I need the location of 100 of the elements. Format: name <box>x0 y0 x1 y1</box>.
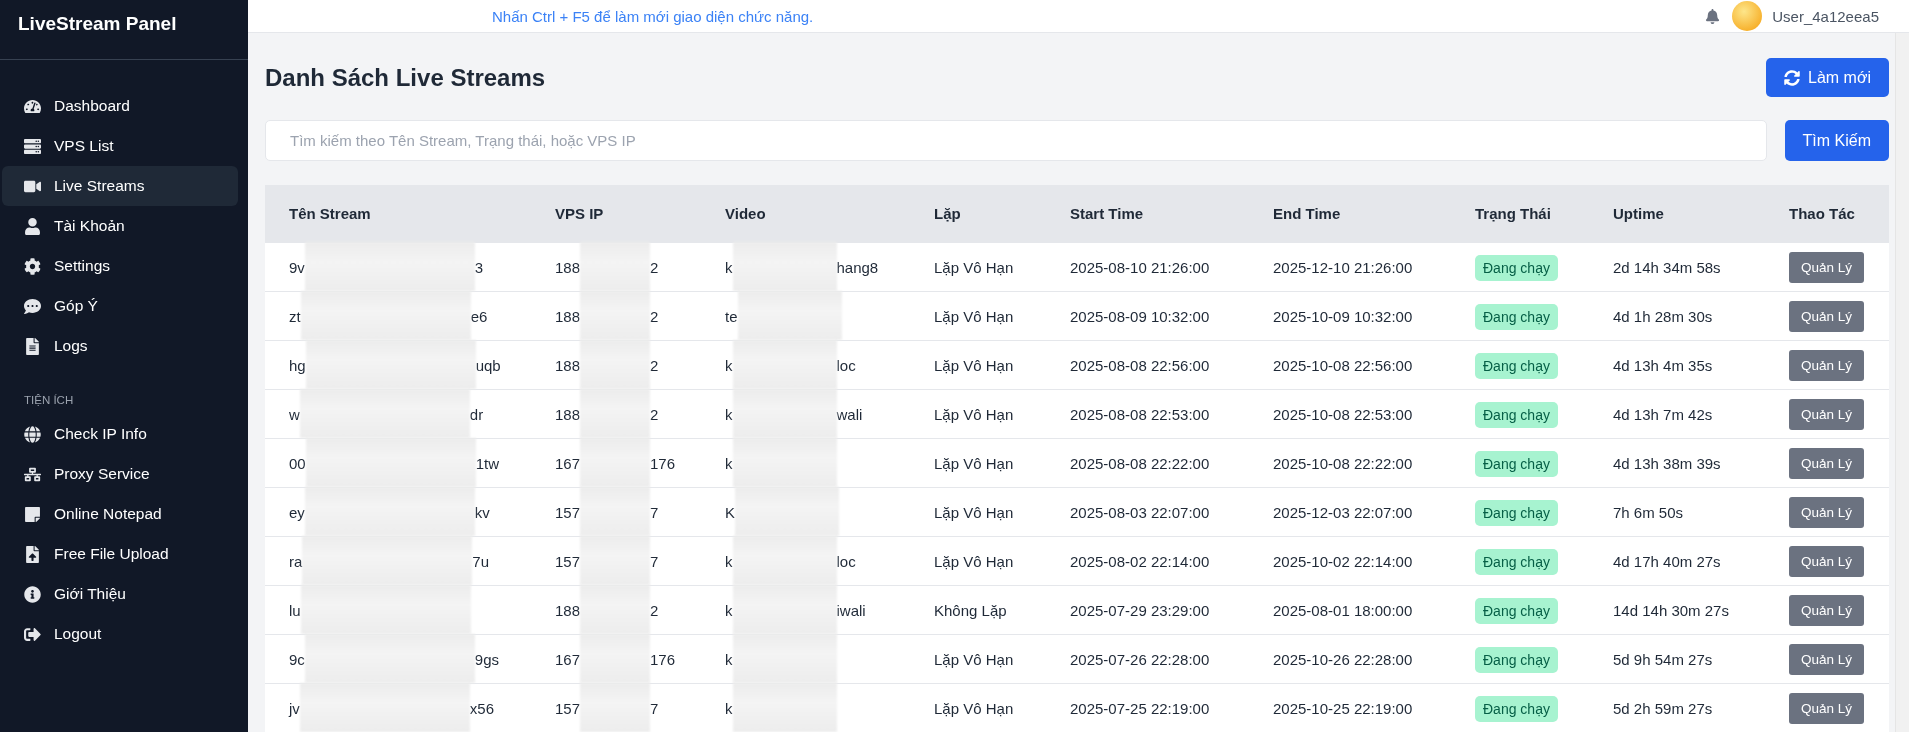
status-badge: Đang chạy <box>1475 499 1558 526</box>
table-cell: 2025-08-08 22:56:00 <box>1046 340 1249 390</box>
manage-button[interactable]: Quản Lý <box>1789 251 1865 283</box>
sidebar-item[interactable]: Free File Upload <box>2 534 238 574</box>
sidebar-item[interactable]: Online Notepad <box>2 494 238 534</box>
bell-icon[interactable] <box>1705 8 1721 24</box>
sidebar-item[interactable]: Góp Ý <box>2 286 238 326</box>
table-cell: Lặp Vô Hạn <box>910 487 1046 537</box>
status-badge: Đang chạy <box>1475 548 1558 575</box>
manage-button[interactable]: Quản Lý <box>1789 300 1865 332</box>
search-field[interactable]: Tìm kiếm theo Tên Stream, Trạng thái, hoặc VPS IP <box>265 120 1767 161</box>
status-badge: Đang chạy <box>1475 254 1558 281</box>
cell-text: 2 <box>650 307 659 325</box>
table-cell: Lặp Vô Hạn <box>910 634 1046 684</box>
table-cell: 4d 17h 40m 27s <box>1589 536 1765 586</box>
cell-text: x56 <box>469 699 495 717</box>
cell-text: 167 <box>555 454 581 472</box>
table-cell: 2025-08-02 22:14:00 <box>1046 536 1249 586</box>
cell-text: 176 <box>650 454 676 472</box>
table-cell: 2025-08-09 10:32:00 <box>1046 291 1249 341</box>
status-badge: Đang chạy <box>1475 695 1558 722</box>
sidebar-item[interactable]: Giới Thiệu <box>2 574 238 614</box>
cell-text: k <box>725 356 733 374</box>
blur-patch <box>580 389 651 438</box>
cell-text: 1tw <box>475 454 500 472</box>
manage-button[interactable]: Quản Lý <box>1789 545 1865 577</box>
table-cell: 2025-10-09 10:32:00 <box>1249 291 1451 341</box>
cell-text: iwali <box>836 601 866 619</box>
page-title: Danh Sách Live Streams <box>265 63 546 92</box>
username[interactable]: User_4a12eea5 <box>1772 7 1879 25</box>
cell-text: te <box>725 307 738 325</box>
cell-text: dr <box>469 405 484 423</box>
table-cell: 2025-08-08 22:53:00 <box>1046 389 1249 439</box>
cell-text: 167 <box>555 650 581 668</box>
sidebar-item[interactable]: Tài Khoản <box>2 206 238 246</box>
cell-text: 188 <box>555 307 581 325</box>
sidebar-item[interactable]: Dashboard <box>2 86 238 126</box>
table-cell: 5d 9h 54m 27s <box>1589 634 1765 684</box>
cell-text: 188 <box>555 356 581 374</box>
status-badge: Đang chạy <box>1475 597 1558 624</box>
table-cell: 2025-10-26 22:28:00 <box>1249 634 1451 684</box>
avatar-icon[interactable] <box>1732 1 1763 31</box>
sidebar-item[interactable]: Settings <box>2 246 238 286</box>
manage-button[interactable]: Quản Lý <box>1789 594 1865 626</box>
status-badge: Đang chạy <box>1475 303 1558 330</box>
table-cell: Lặp Vô Hạn <box>910 242 1046 292</box>
sidebar-item[interactable]: Logs <box>2 326 238 366</box>
logout-icon <box>24 625 41 643</box>
sidebar-item[interactable]: Live Streams <box>2 166 238 206</box>
cell-text: 2 <box>650 405 659 423</box>
blur-patch <box>580 634 651 683</box>
table-cell: Lặp Vô Hạn <box>910 438 1046 488</box>
cell-text: ey <box>289 503 305 521</box>
chat-bubble-icon <box>24 297 41 315</box>
manage-button[interactable]: Quản Lý <box>1789 692 1865 724</box>
gauge-icon <box>24 97 41 115</box>
cell-text: e6 <box>470 307 488 325</box>
column-header: Lặp <box>910 185 1046 243</box>
table-cell: 4d 13h 7m 42s <box>1589 389 1765 439</box>
info-icon <box>24 585 41 603</box>
cell-text: 9gs <box>474 650 500 668</box>
scrollbar[interactable] <box>1895 33 1909 732</box>
blur-patch <box>580 536 651 585</box>
table-cell: 2025-10-02 22:14:00 <box>1249 536 1451 586</box>
manage-button[interactable]: Quản Lý <box>1789 643 1865 675</box>
settings-icon <box>24 257 41 275</box>
table-cell: 2025-08-03 22:07:00 <box>1046 487 1249 537</box>
cell-text: 9v <box>289 258 305 276</box>
note-icon <box>24 505 41 523</box>
section-title: TIỆN ÍCH <box>23 393 75 408</box>
sidebar-item[interactable]: VPS List <box>2 126 238 166</box>
refresh-button[interactable]: Làm mới <box>1766 58 1889 97</box>
status-badge: Đang chạy <box>1475 450 1558 477</box>
cell-text: k <box>725 650 733 668</box>
cell-text: 7u <box>472 552 490 570</box>
cell-text: 157 <box>555 552 581 570</box>
manage-button[interactable]: Quản Lý <box>1789 496 1865 528</box>
blur-patch <box>580 487 651 536</box>
cell-text: 00 <box>289 454 306 472</box>
blur-patch <box>580 438 651 487</box>
manage-button[interactable]: Quản Lý <box>1789 349 1865 381</box>
column-header: Thao Tác <box>1765 185 1889 243</box>
upload-icon <box>24 545 41 563</box>
status-badge: Đang chạy <box>1475 401 1558 428</box>
column-header: Start Time <box>1046 185 1249 243</box>
table-cell: 2025-10-08 22:22:00 <box>1249 438 1451 488</box>
search-button[interactable]: Tìm Kiếm <box>1784 120 1889 161</box>
cell-text: 2 <box>650 356 659 374</box>
table-cell: 4d 13h 38m 39s <box>1589 438 1765 488</box>
manage-button[interactable]: Quản Lý <box>1789 447 1865 479</box>
sidebar-item[interactable]: Proxy Service <box>2 454 238 494</box>
status-badge: Đang chạy <box>1475 646 1558 673</box>
cell-text: k <box>725 552 733 570</box>
sidebar-item[interactable]: Logout <box>2 614 238 654</box>
user-icon <box>24 217 41 235</box>
sidebar-item[interactable]: Check IP Info <box>2 414 238 454</box>
cell-text: k <box>725 601 733 619</box>
manage-button[interactable]: Quản Lý <box>1789 398 1865 430</box>
cell-text: k <box>725 454 733 472</box>
table-cell: 14d 14h 30m 27s <box>1589 585 1765 635</box>
